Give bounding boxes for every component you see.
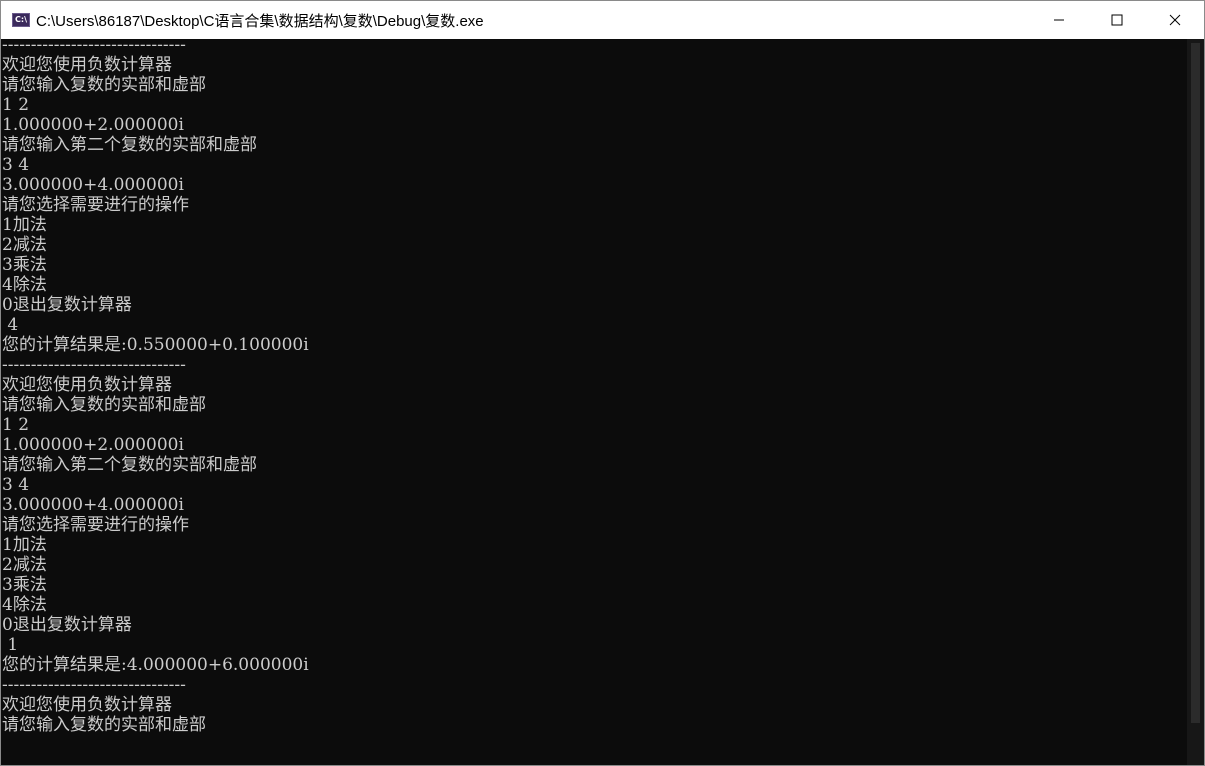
console-line: 1 2 bbox=[2, 95, 30, 115]
console-line: 请您输入复数的实部和虚部 bbox=[2, 715, 206, 735]
console-line: 2减法 bbox=[2, 235, 47, 255]
minimize-button[interactable] bbox=[1030, 1, 1088, 39]
console-area[interactable]: -------------------------------- 欢迎您使用负数计… bbox=[1, 35, 1204, 765]
console-app-icon[interactable]: C:\ bbox=[12, 13, 30, 27]
scrollbar-thumb[interactable] bbox=[1191, 43, 1200, 723]
console-line: 1加法 bbox=[2, 215, 47, 235]
console-line: 1加法 bbox=[2, 535, 47, 555]
console-line: 0退出复数计算器 bbox=[2, 615, 132, 635]
console-line: 请您输入第二个复数的实部和虚部 bbox=[2, 135, 257, 155]
title-bar[interactable]: C:\ C:\Users\86187\Desktop\C语言合集\数据结构\复数… bbox=[1, 1, 1204, 39]
console-line: 欢迎您使用负数计算器 bbox=[2, 375, 172, 395]
console-line: 4除法 bbox=[2, 595, 47, 615]
console-line: 您的计算结果是:0.550000+0.100000i bbox=[2, 335, 309, 355]
console-window: C:\ C:\Users\86187\Desktop\C语言合集\数据结构\复数… bbox=[0, 0, 1205, 766]
console-output: -------------------------------- 欢迎您使用负数计… bbox=[2, 35, 1182, 735]
console-line: 欢迎您使用负数计算器 bbox=[2, 55, 172, 75]
console-line: 请您输入第二个复数的实部和虚部 bbox=[2, 455, 257, 475]
console-line: 您的计算结果是:4.000000+6.000000i bbox=[2, 655, 309, 675]
console-line: 4 bbox=[2, 315, 19, 335]
console-line: 请您输入复数的实部和虚部 bbox=[2, 395, 206, 415]
console-line: -------------------------------- bbox=[2, 675, 186, 695]
console-line: 请您选择需要进行的操作 bbox=[2, 195, 189, 215]
console-line: 2减法 bbox=[2, 555, 47, 575]
console-line: -------------------------------- bbox=[2, 355, 186, 375]
console-line: 请您选择需要进行的操作 bbox=[2, 515, 189, 535]
console-line: 3 4 bbox=[2, 155, 30, 175]
console-line: 请您输入复数的实部和虚部 bbox=[2, 75, 206, 95]
maximize-button[interactable] bbox=[1088, 1, 1146, 39]
console-line: 1 2 bbox=[2, 415, 30, 435]
console-line: 4除法 bbox=[2, 275, 47, 295]
console-line: 0退出复数计算器 bbox=[2, 295, 132, 315]
console-line: 3.000000+4.000000i bbox=[2, 495, 184, 515]
console-line: 1.000000+2.000000i bbox=[2, 435, 184, 455]
maximize-icon bbox=[1111, 14, 1123, 26]
console-line: 3乘法 bbox=[2, 575, 47, 595]
console-line: 3 4 bbox=[2, 475, 30, 495]
console-line: 欢迎您使用负数计算器 bbox=[2, 695, 172, 715]
console-line: -------------------------------- bbox=[2, 35, 186, 55]
vertical-scrollbar[interactable] bbox=[1187, 39, 1204, 765]
window-title: C:\Users\86187\Desktop\C语言合集\数据结构\复数\Deb… bbox=[36, 12, 484, 30]
console-line: 3乘法 bbox=[2, 255, 47, 275]
minimize-icon bbox=[1054, 19, 1064, 21]
console-line: 1.000000+2.000000i bbox=[2, 115, 184, 135]
close-button[interactable] bbox=[1146, 1, 1204, 39]
close-icon bbox=[1169, 14, 1181, 26]
console-line: 3.000000+4.000000i bbox=[2, 175, 184, 195]
console-line: 1 bbox=[2, 635, 19, 655]
window-controls bbox=[1030, 1, 1204, 39]
